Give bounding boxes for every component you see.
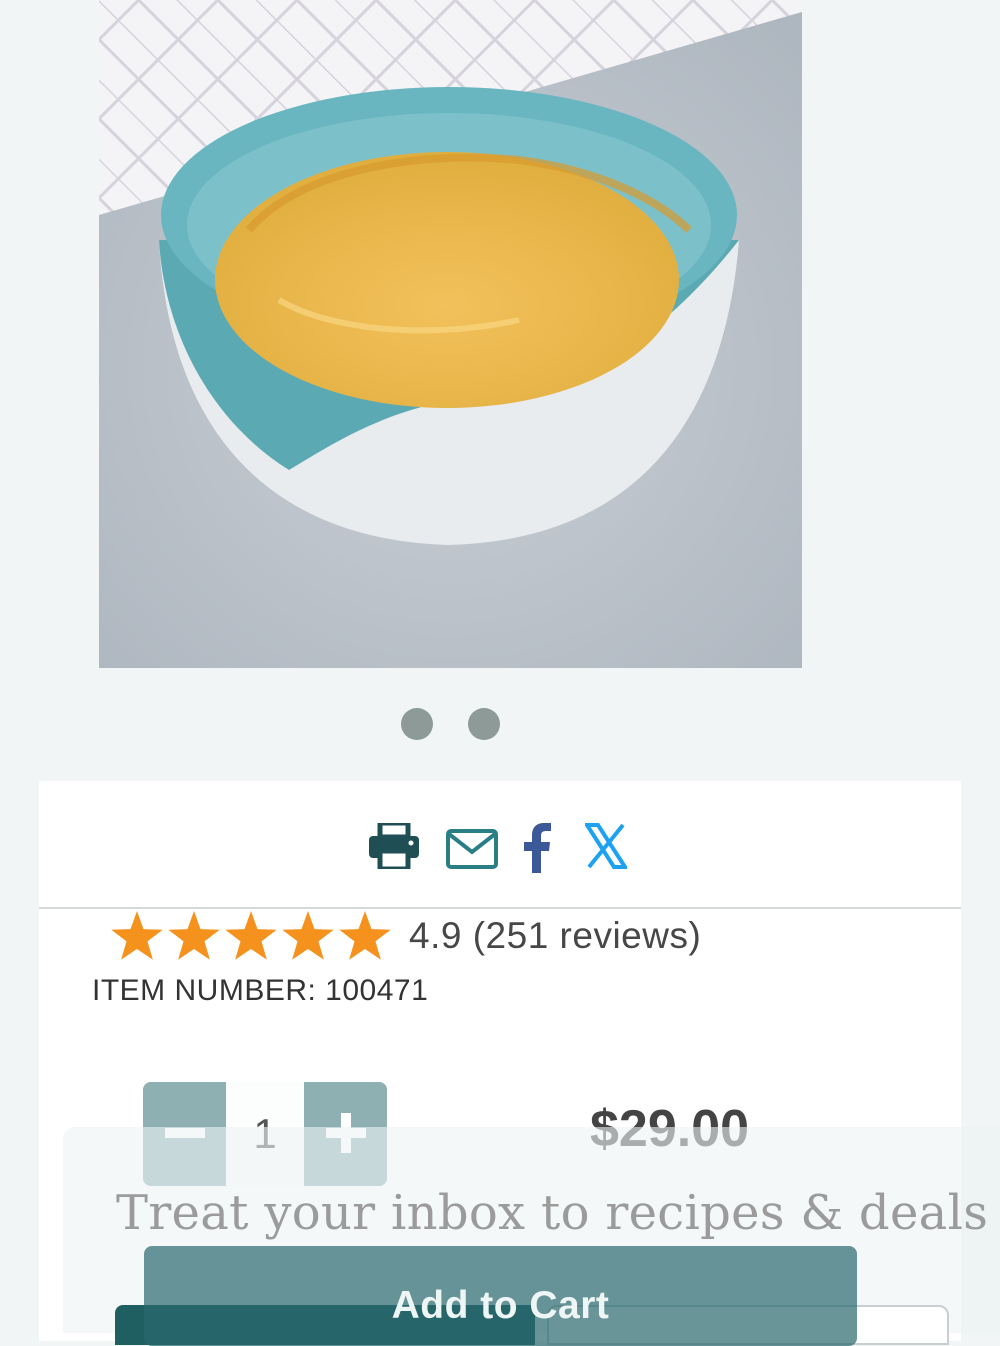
x-icon[interactable] xyxy=(585,823,627,873)
product-photo xyxy=(99,0,802,668)
star-icon xyxy=(339,911,391,960)
carousel-dot-1[interactable] xyxy=(401,708,433,740)
rating-summary[interactable]: 4.9 (251 reviews) xyxy=(409,915,701,957)
star-icon xyxy=(168,911,220,960)
mail-icon[interactable] xyxy=(446,823,498,873)
product-image[interactable] xyxy=(99,0,802,668)
share-bar xyxy=(39,781,961,909)
star-icon xyxy=(282,911,334,960)
star-icon xyxy=(225,911,277,960)
star-icon xyxy=(111,911,163,960)
print-icon[interactable] xyxy=(369,823,419,873)
facebook-icon[interactable] xyxy=(523,823,551,873)
add-to-cart-button[interactable]: Add to Cart xyxy=(144,1246,857,1346)
item-number: ITEM NUMBER: 100471 xyxy=(92,974,429,1007)
add-to-cart-label: Add to Cart xyxy=(391,1284,610,1327)
newsletter-headline: Treat your inbox to recipes & deals xyxy=(116,1185,989,1241)
carousel-dot-2[interactable] xyxy=(468,708,500,740)
star-rating xyxy=(111,911,391,960)
carousel-dots xyxy=(0,708,1000,740)
